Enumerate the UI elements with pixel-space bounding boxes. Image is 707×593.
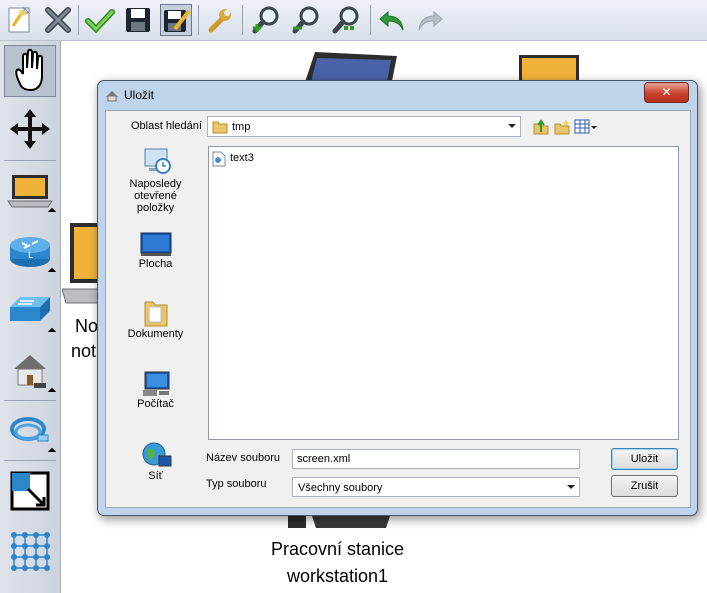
select-area-icon[interactable] — [4, 465, 56, 517]
svg-text:L: L — [28, 251, 33, 261]
filename-input[interactable] — [292, 449, 580, 469]
look-in-combo[interactable]: tmp — [207, 116, 521, 137]
notebook-device-3[interactable] — [61, 223, 99, 305]
zoom-fit-icon[interactable] — [330, 4, 362, 36]
text-file-icon — [212, 151, 226, 167]
wrench-icon[interactable] — [204, 4, 236, 36]
notebook-device-icon[interactable] — [4, 165, 57, 217]
save-button[interactable]: Uložit — [611, 448, 678, 470]
filetype-label: Typ souboru — [206, 478, 267, 490]
save-dialog-icon — [106, 91, 118, 102]
folder-icon — [212, 121, 228, 134]
device-palette: L — [0, 41, 61, 593]
close-icon: ✕ — [661, 85, 672, 99]
place-documents[interactable]: Dokumenty — [113, 298, 198, 340]
place-network[interactable]: Síť — [113, 440, 198, 482]
place-recent[interactable]: Naposledy otevřené položky — [113, 146, 198, 214]
router-device-icon[interactable]: L — [4, 225, 57, 277]
cable-device-icon[interactable] — [4, 405, 57, 457]
place-label-line: Počítač — [137, 398, 174, 410]
dialog-title: Uložit — [124, 88, 155, 102]
recent-items-icon — [144, 148, 171, 174]
place-label-line: otevřené — [134, 190, 177, 202]
network-globe-icon — [142, 442, 171, 467]
workstation-label-id: workstation1 — [287, 566, 389, 586]
place-label-line: položky — [136, 202, 175, 214]
move-arrows-icon[interactable] — [4, 103, 56, 155]
grid-icon[interactable] — [4, 525, 56, 577]
place-label-line: Síť — [148, 470, 163, 482]
filetype-combo[interactable]: Všechny soubory — [292, 477, 580, 497]
cancel-button[interactable]: Zrušit — [611, 475, 678, 497]
place-label-line: Naposledy — [129, 178, 182, 190]
up-folder-icon[interactable] — [532, 118, 550, 136]
home-device-icon[interactable] — [4, 345, 57, 397]
device-label-partial: No — [75, 316, 99, 336]
desktop-icon — [140, 232, 171, 256]
new-icon[interactable] — [4, 4, 36, 36]
switch-device-icon[interactable] — [4, 285, 57, 337]
look-in-value: tmp — [232, 121, 251, 133]
redo-icon[interactable] — [414, 4, 446, 36]
filename-label: Název souboru — [206, 452, 280, 464]
place-desktop[interactable]: Plocha — [113, 230, 198, 270]
zoom-out-icon[interactable] — [290, 4, 322, 36]
filetype-value: Všechny soubory — [298, 482, 383, 494]
close-button[interactable]: ✕ — [644, 82, 689, 103]
look-in-label: Oblast hledání — [131, 120, 202, 132]
place-label-line: Dokumenty — [127, 328, 184, 340]
file-list[interactable]: text3 — [208, 146, 679, 440]
file-name: text3 — [230, 152, 254, 164]
hand-icon[interactable] — [4, 45, 56, 97]
zoom-in-icon[interactable] — [250, 4, 282, 36]
place-computer[interactable]: Počítač — [113, 370, 198, 410]
main-toolbar — [0, 0, 707, 41]
delete-icon[interactable] — [42, 4, 74, 36]
save-as-icon[interactable] — [160, 4, 192, 36]
undo-icon[interactable] — [376, 4, 408, 36]
check-icon[interactable] — [84, 4, 116, 36]
chevron-down-icon — [508, 124, 516, 128]
workstation-label-name: Pracovní stanice — [271, 539, 405, 559]
device-label-partial: not — [71, 341, 97, 361]
view-menu-icon[interactable] — [574, 118, 598, 136]
computer-icon — [142, 371, 169, 396]
place-label-line: Plocha — [138, 258, 173, 270]
save-icon[interactable] — [122, 4, 154, 36]
chevron-down-icon — [567, 485, 575, 489]
new-folder-icon[interactable] — [553, 118, 571, 136]
documents-folder-icon — [144, 301, 167, 327]
